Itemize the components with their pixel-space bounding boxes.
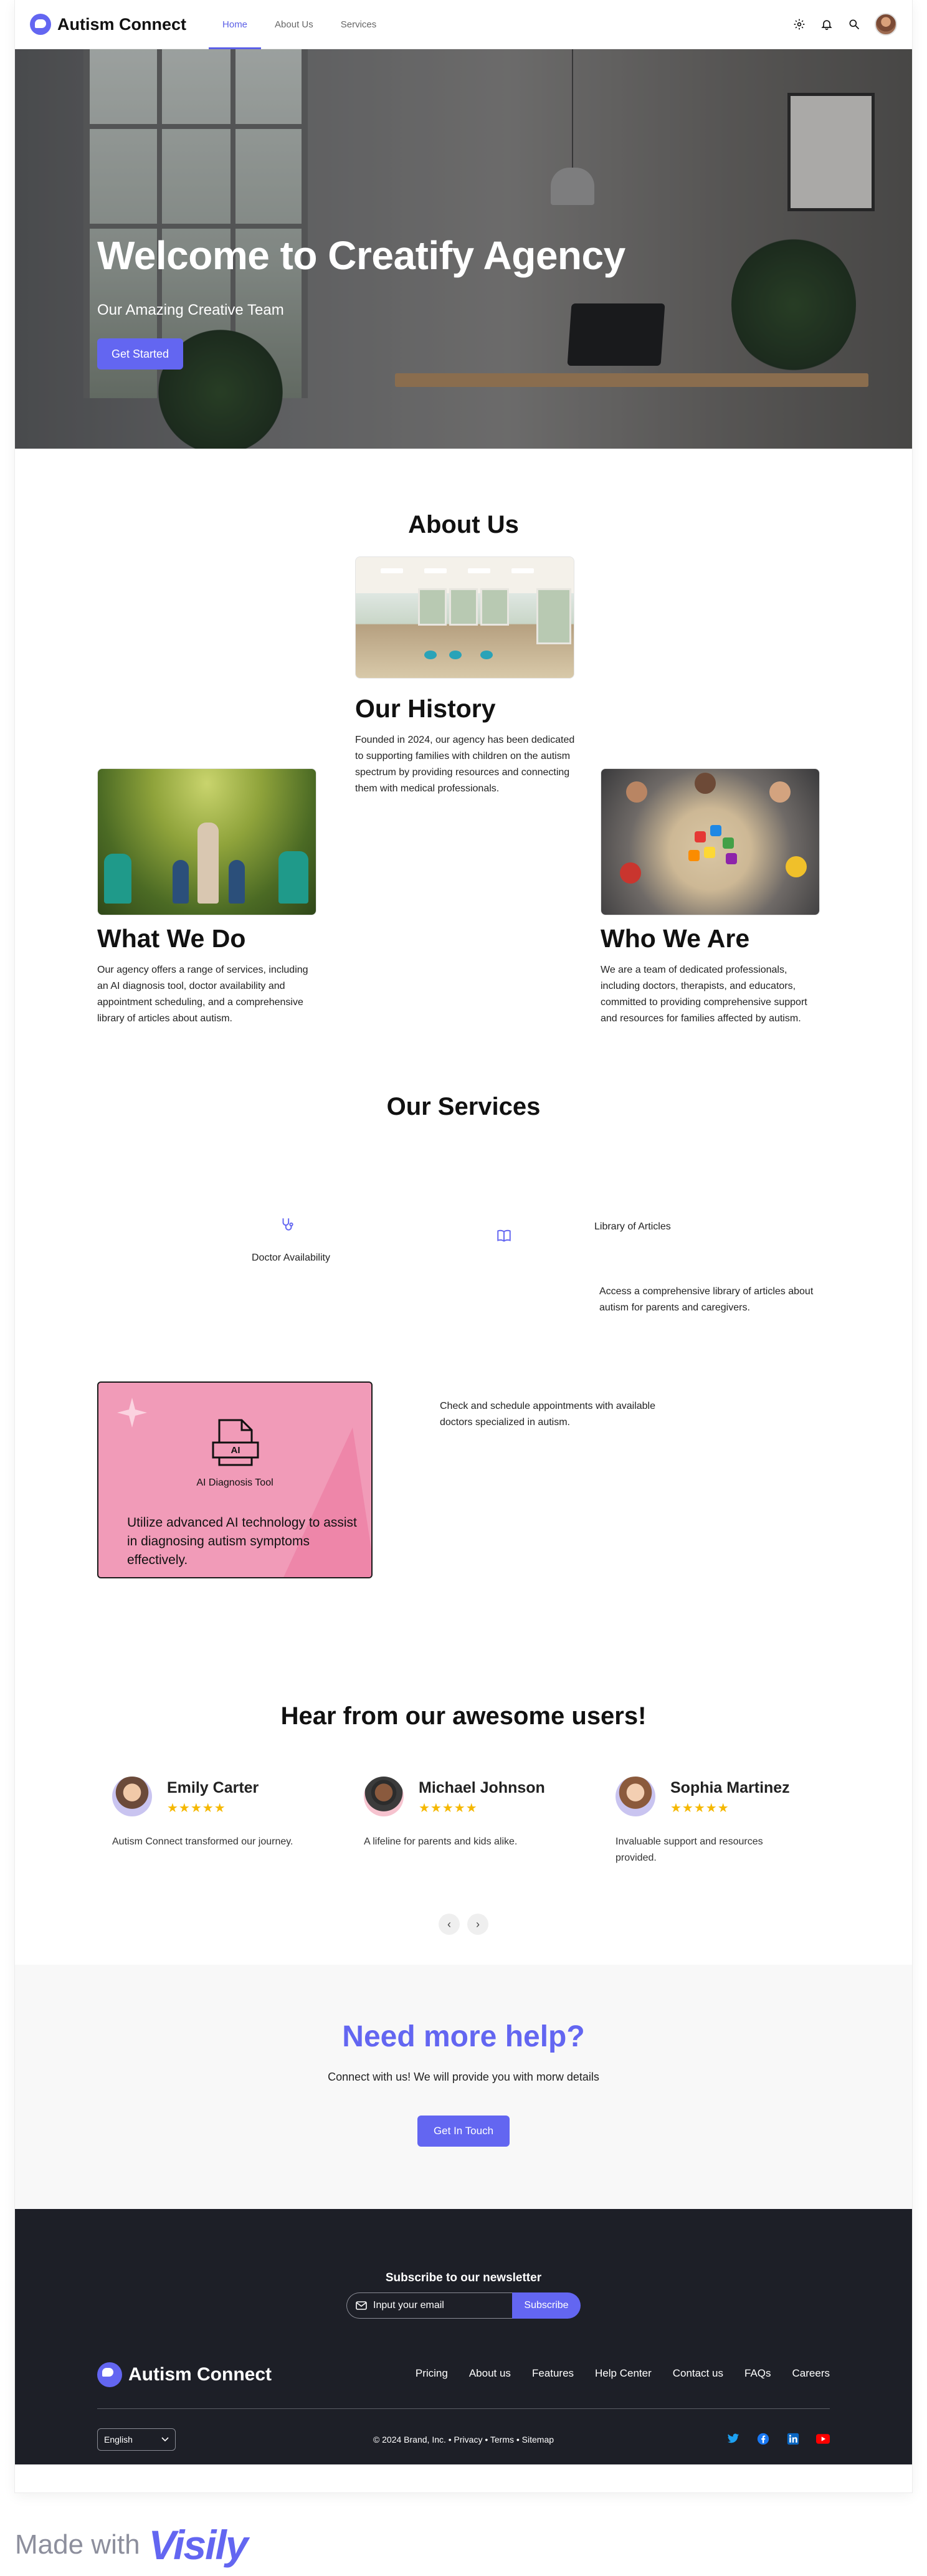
ai-diagnosis-desc: Utilize advanced AI technology to assist…: [127, 1515, 357, 1567]
newsletter-form: Input your email Subscribe: [346, 2292, 581, 2319]
sparkle-icon: [117, 1398, 147, 1428]
twitter-icon[interactable]: [726, 2432, 740, 2446]
book-icon: [495, 1226, 513, 1245]
testimonial-name: Emily Carter: [167, 1779, 259, 1796]
help-subtitle: Connect with us! We will provide you wit…: [328, 2071, 599, 2083]
footer-divider: [97, 2408, 830, 2409]
avatar[interactable]: [875, 13, 897, 36]
search-icon[interactable]: [847, 17, 861, 31]
testimonial-name: Michael Johnson: [419, 1779, 545, 1796]
nav-icons: [792, 13, 897, 36]
footer-link-contact[interactable]: Contact us: [673, 2367, 723, 2380]
get-in-touch-button[interactable]: Get In Touch: [417, 2116, 510, 2147]
ai-document-icon: [212, 1419, 259, 1466]
gear-icon[interactable]: [792, 17, 806, 31]
footer-brand-name: Autism Connect: [128, 2364, 272, 2385]
top-nav: Autism Connect Home About Us Services: [15, 0, 912, 49]
help-section: Need more help? Connect with us! We will…: [15, 1965, 912, 2209]
who-we-are-text: We are a team of dedicated professionals…: [601, 965, 807, 1024]
footer-link-pricing[interactable]: Pricing: [416, 2367, 448, 2380]
footer-link-faqs[interactable]: FAQs: [744, 2367, 771, 2380]
brand-name: Autism Connect: [57, 14, 187, 34]
bell-icon[interactable]: [820, 17, 834, 31]
library-of-articles-desc: Access a comprehensive library of articl…: [599, 1286, 814, 1313]
testimonial-quote: Autism Connect transformed our journey.: [112, 1836, 293, 1847]
nav-link-about[interactable]: About Us: [261, 0, 327, 49]
who-we-are-title: Who We Are: [601, 924, 750, 953]
footer-links: Pricing About us Features Help Center Co…: [416, 2367, 830, 2380]
testimonials-title: Hear from our awesome users!: [280, 1702, 647, 1730]
stethoscope-icon: [278, 1215, 297, 1234]
footer-link-about[interactable]: About us: [469, 2367, 511, 2380]
nav-link-home[interactable]: Home: [209, 0, 262, 49]
facebook-icon[interactable]: [756, 2432, 770, 2446]
doctor-availability-desc: Check and schedule appointments with ava…: [440, 1401, 655, 1428]
history-photo: [355, 556, 574, 679]
subscribe-button[interactable]: Subscribe: [512, 2292, 581, 2319]
hero-subtitle: Our Amazing Creative Team: [97, 302, 284, 318]
chat-bubble-logo-icon: [97, 2362, 122, 2387]
social-links: [726, 2432, 830, 2446]
newsletter-title: Subscribe to our newsletter: [385, 2271, 542, 2284]
star-rating: ★★★★★: [167, 1801, 226, 1815]
services-title: Our Services: [386, 1093, 541, 1120]
made-with-text: Made with: [15, 2529, 140, 2560]
email-placeholder: Input your email: [373, 2300, 444, 2311]
about-title: About Us: [408, 511, 519, 538]
what-we-do-title: What We Do: [97, 924, 246, 953]
nav-link-services[interactable]: Services: [327, 0, 391, 49]
doctor-availability-label: Doctor Availability: [252, 1252, 330, 1263]
history-text: Founded in 2024, our agency has been ded…: [355, 735, 575, 794]
what-we-do-photo: [97, 768, 316, 915]
linkedin-icon[interactable]: [786, 2432, 800, 2446]
ai-diagnosis-label: AI Diagnosis Tool: [196, 1477, 273, 1488]
star-rating: ★★★★★: [419, 1801, 478, 1815]
mail-icon: [356, 2301, 367, 2310]
what-we-do-text: Our agency offers a range of services, i…: [97, 965, 308, 1024]
brand[interactable]: Autism Connect: [30, 14, 186, 35]
footer-link-help-center[interactable]: Help Center: [595, 2367, 652, 2380]
avatar: [364, 1777, 404, 1816]
made-with-badge[interactable]: Made with Visily: [15, 2521, 249, 2569]
star-rating: ★★★★★: [670, 1801, 730, 1815]
testimonial-name: Sophia Martinez: [670, 1779, 790, 1796]
avatar: [616, 1777, 655, 1816]
page-frame: Autism Connect Home About Us Services We…: [15, 0, 912, 2493]
footer: Subscribe to our newsletter Input your e…: [15, 2209, 912, 2464]
hero-banner: Welcome to Creatify Agency Our Amazing C…: [15, 49, 912, 449]
help-title: Need more help?: [342, 2020, 585, 2053]
ai-diagnosis-card[interactable]: AI AI Diagnosis Tool Utilize advanced AI…: [97, 1381, 373, 1578]
who-we-are-photo: [601, 768, 820, 915]
next-button[interactable]: ›: [467, 1914, 488, 1935]
youtube-icon[interactable]: [816, 2432, 830, 2446]
testimonial-quote: A lifeline for parents and kids alike.: [364, 1836, 518, 1847]
prev-button[interactable]: ‹: [439, 1914, 460, 1935]
footer-brand[interactable]: Autism Connect: [97, 2362, 272, 2387]
ai-icon-text: AI: [231, 1445, 240, 1456]
history-title: Our History: [355, 694, 496, 723]
nav-links: Home About Us Services: [209, 0, 390, 49]
footer-link-features[interactable]: Features: [532, 2367, 574, 2380]
avatar: [112, 1777, 152, 1816]
chat-bubble-logo-icon: [30, 14, 51, 35]
library-of-articles-label: Library of Articles: [594, 1221, 671, 1232]
visily-logo: Visily: [148, 2522, 249, 2568]
hero-title: Welcome to Creatify Agency: [97, 233, 625, 278]
get-started-button[interactable]: Get Started: [97, 338, 183, 370]
footer-link-careers[interactable]: Careers: [792, 2367, 830, 2380]
testimonial-quote: Invaluable support and resources provide…: [616, 1836, 763, 1863]
email-input[interactable]: Input your email: [346, 2292, 512, 2319]
